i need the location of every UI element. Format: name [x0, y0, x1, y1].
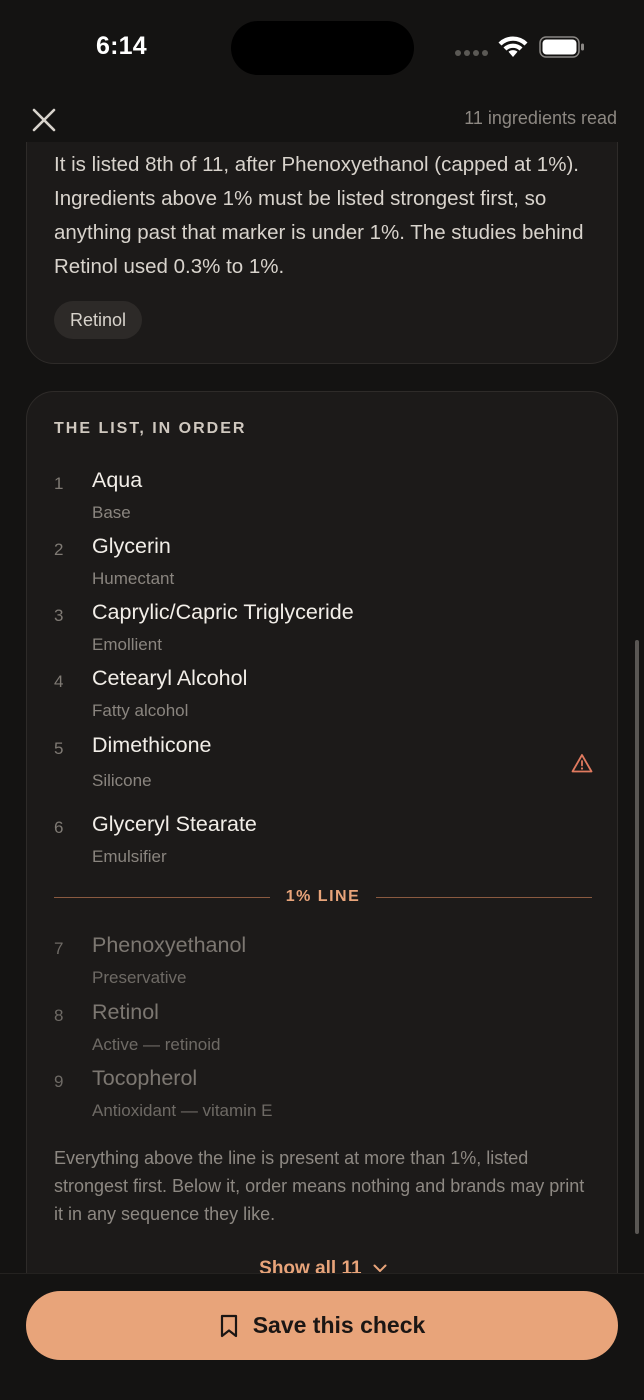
- status-bar: 6:14: [0, 0, 644, 96]
- ingredient-role: Emollient: [92, 635, 162, 654]
- list-heading: THE LIST, IN ORDER: [54, 420, 247, 437]
- ingredient-role: Base: [92, 503, 131, 522]
- ingredient-name: Glyceryl Stearate: [92, 812, 257, 836]
- status-time: 6:14: [96, 32, 147, 60]
- bottom-bar: Save this check: [0, 1273, 644, 1400]
- ingredient-name: Cetearyl Alcohol: [92, 666, 248, 690]
- ingredient-name: Dimethicone: [92, 733, 212, 757]
- ingredient-role: Preservative: [92, 968, 187, 987]
- ingredient-list-card: THE LIST, IN ORDER 1 Aqua Base 2 Glyceri…: [26, 391, 618, 1273]
- show-all-button[interactable]: Show all 11: [27, 1258, 619, 1273]
- bookmark-icon: [220, 1314, 237, 1337]
- ingredient-number: 9: [54, 1072, 64, 1091]
- ingredient-number: 5: [54, 739, 64, 758]
- ingredient-role: Silicone: [92, 771, 152, 790]
- ingredient-name: Aqua: [92, 468, 143, 492]
- wifi-icon: [498, 36, 528, 57]
- ingredient-role: Active — retinoid: [92, 1035, 221, 1054]
- ingredient-name: Retinol: [92, 1000, 159, 1024]
- ingredient-number: 1: [54, 474, 64, 493]
- cellular-signal-icon: [455, 50, 489, 58]
- ingredient-number: 2: [54, 540, 64, 559]
- close-icon[interactable]: [30, 106, 58, 134]
- ingredient-role: Antioxidant — vitamin E: [92, 1101, 273, 1120]
- ingredient-number: 8: [54, 1006, 64, 1025]
- one-percent-line: 1% LINE: [54, 888, 592, 908]
- ingredient-number: 4: [54, 672, 64, 691]
- chevron-down-icon: [373, 1264, 387, 1273]
- ingredient-name: Caprylic/Capric Triglyceride: [92, 600, 354, 624]
- save-check-label: Save this check: [252, 1312, 426, 1338]
- scroll-content[interactable]: It is listed 8th of 11, after Phenoxyeth…: [0, 142, 644, 1273]
- ingredient-number: 7: [54, 939, 64, 958]
- show-all-label: Show all 11: [259, 1258, 362, 1273]
- ingredients-read-count: 11 ingredients read: [464, 108, 617, 128]
- divider-rule: [376, 897, 592, 898]
- dynamic-island: [231, 21, 414, 75]
- ingredient-name: Phenoxyethanol: [92, 933, 247, 957]
- ingredient-role: Emulsifier: [92, 847, 167, 866]
- warning-icon[interactable]: [571, 753, 593, 773]
- screen: 6:14 11 ingredients read It is listed 8t…: [0, 0, 644, 1400]
- ingredient-number: 6: [54, 818, 64, 837]
- scrollbar[interactable]: [635, 640, 639, 1234]
- save-check-button[interactable]: Save this check: [26, 1291, 618, 1360]
- ingredient-chip[interactable]: Retinol: [54, 301, 143, 339]
- list-footnote: Everything above the line is present at …: [54, 1148, 585, 1224]
- battery-icon: [539, 36, 584, 58]
- ingredient-role: Humectant: [92, 569, 175, 588]
- ingredient-name: Glycerin: [92, 534, 171, 558]
- explanation-text: It is listed 8th of 11, after Phenoxyeth…: [54, 153, 584, 278]
- ingredient-role: Fatty alcohol: [92, 701, 189, 720]
- ingredient-number: 3: [54, 606, 64, 625]
- header: 11 ingredients read: [0, 96, 644, 142]
- explanation-card: It is listed 8th of 11, after Phenoxyeth…: [26, 142, 618, 364]
- ingredient-name: Tocopherol: [92, 1066, 198, 1090]
